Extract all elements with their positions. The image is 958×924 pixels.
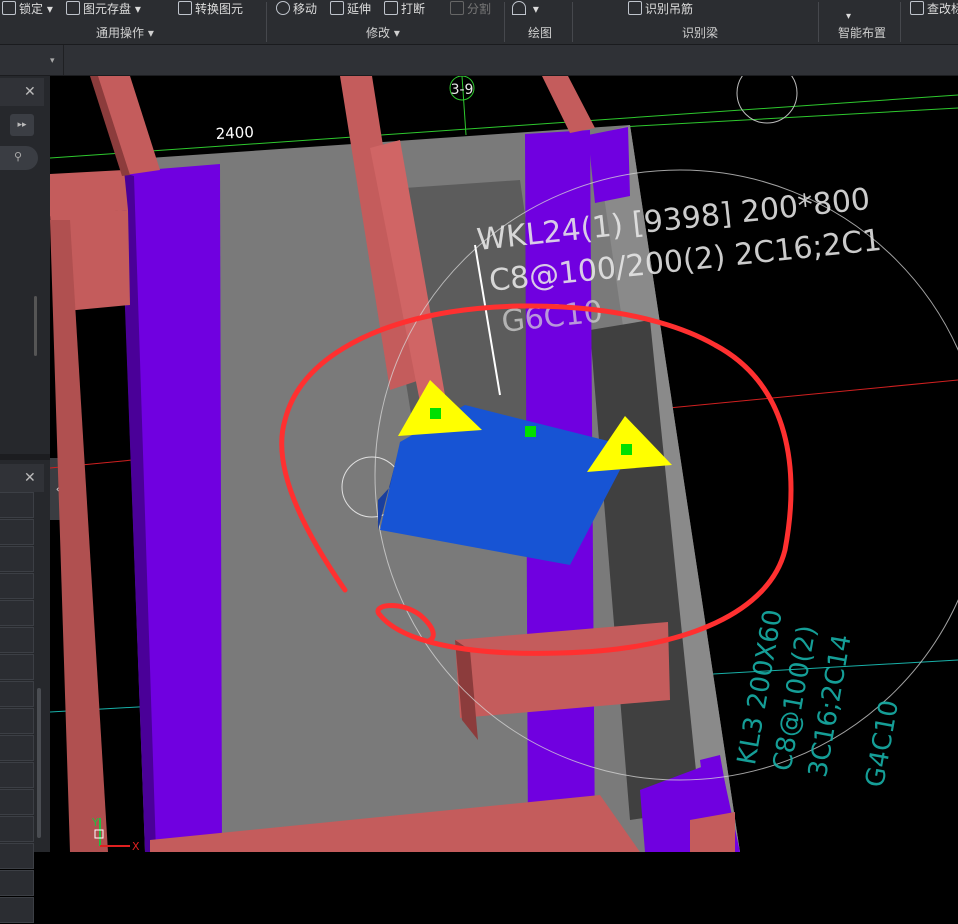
grip-point[interactable] <box>621 444 632 455</box>
group-separator <box>572 2 573 42</box>
list-item[interactable] <box>0 789 34 815</box>
close-icon[interactable]: ✕ <box>24 470 36 486</box>
red-beam <box>50 220 108 852</box>
group-separator <box>818 2 819 42</box>
axis-grid-line <box>619 107 958 128</box>
move-button[interactable]: 移动 <box>276 0 317 18</box>
group-label-general[interactable]: 通用操作 ▾ <box>96 24 154 41</box>
grip-point[interactable] <box>430 408 441 419</box>
hanger-icon <box>628 1 642 15</box>
close-icon[interactable]: ✕ <box>24 84 36 100</box>
red-beam <box>95 76 160 175</box>
cad-viewport[interactable]: 3-9 2400 WKL24(1) [9398] 200*800 C8@100/… <box>50 76 958 852</box>
group-label-modify[interactable]: 修改 ▾ <box>366 24 400 41</box>
drawing-tab-bar: ▾ <box>0 45 958 76</box>
axis-gizmo-y-label: Y <box>91 816 99 829</box>
list-item[interactable] <box>0 627 34 653</box>
list-item[interactable] <box>0 870 34 896</box>
draw-arc-button[interactable]: ▾ <box>512 0 539 18</box>
red-beam <box>542 76 595 133</box>
split-button[interactable]: 分割 <box>450 0 491 18</box>
break-icon <box>384 1 398 15</box>
group-separator <box>504 2 505 42</box>
split-icon <box>450 1 464 15</box>
purple-beam <box>588 127 630 203</box>
list-item[interactable] <box>0 681 34 707</box>
panel-header: ✕ <box>0 78 44 106</box>
convert-icon <box>178 1 192 15</box>
list-item[interactable] <box>0 573 34 599</box>
group-separator <box>900 2 901 42</box>
search-icon: ⚲ <box>14 150 23 163</box>
list-item[interactable] <box>0 708 34 734</box>
search-input[interactable]: ⚲ <box>0 146 38 170</box>
dimension-label: 2400 <box>215 123 254 143</box>
list-item[interactable] <box>0 546 34 572</box>
list-item[interactable] <box>0 654 34 680</box>
check-icon <box>910 1 924 15</box>
list-item[interactable] <box>0 600 34 626</box>
axis-label: 3-9 <box>451 82 474 98</box>
save-element-button[interactable]: 图元存盘 ▾ <box>66 0 141 18</box>
arc-icon <box>512 1 526 15</box>
left-panel: ✕ ▸▸ ⚲ ✕ <box>0 76 50 923</box>
cad-text-line4: G4C10 <box>860 698 905 790</box>
property-list <box>0 492 34 924</box>
list-item[interactable] <box>0 843 34 869</box>
save-element-icon <box>66 1 80 15</box>
break-button[interactable]: 打断 <box>384 0 425 18</box>
lock-icon <box>2 1 16 15</box>
convert-element-button[interactable]: 转换图元 <box>178 0 243 18</box>
properties-panel-header: ✕ <box>0 464 44 492</box>
group-label-smart-layout: 智能布置 <box>838 26 887 40</box>
extend-icon <box>330 1 344 15</box>
panel-scrollbar[interactable] <box>34 296 37 356</box>
tab-separator <box>63 45 64 75</box>
panel-splitter[interactable] <box>0 454 50 460</box>
list-item[interactable] <box>0 816 34 842</box>
grip-point[interactable] <box>525 426 536 437</box>
cad-text-group: KL3 200X60 C8@100(2) 3C16;2C14 G4C10 <box>732 607 905 790</box>
lock-button[interactable]: 锁定 ▾ <box>2 0 53 18</box>
red-beam <box>50 170 128 216</box>
group-label-identify-beam: 识别梁 <box>682 26 719 40</box>
axis-gizmo-x-label: X <box>132 840 140 852</box>
ribbon-toolbar: 锁定 ▾ 图元存盘 ▾ 转换图元 移动 延伸 打断 分割 ▾ 识别吊筋 ▾ 查改… <box>0 0 958 45</box>
tab-dropdown-icon[interactable]: ▾ <box>50 56 55 66</box>
cad-circle <box>736 76 798 124</box>
panel-scrollbar[interactable] <box>37 688 41 838</box>
list-item[interactable] <box>0 519 34 545</box>
list-item[interactable] <box>0 897 34 923</box>
group-separator <box>266 2 267 42</box>
identify-hanger-button[interactable]: 识别吊筋 <box>628 0 693 18</box>
move-icon <box>276 1 290 15</box>
list-item[interactable] <box>0 735 34 761</box>
list-item[interactable] <box>0 492 34 518</box>
list-item[interactable] <box>0 762 34 788</box>
group-label-draw: 绘图 <box>528 26 553 40</box>
check-change-button[interactable]: 查改标 <box>910 0 958 18</box>
expand-button[interactable]: ▸▸ <box>10 114 34 136</box>
extend-button[interactable]: 延伸 <box>330 0 371 18</box>
